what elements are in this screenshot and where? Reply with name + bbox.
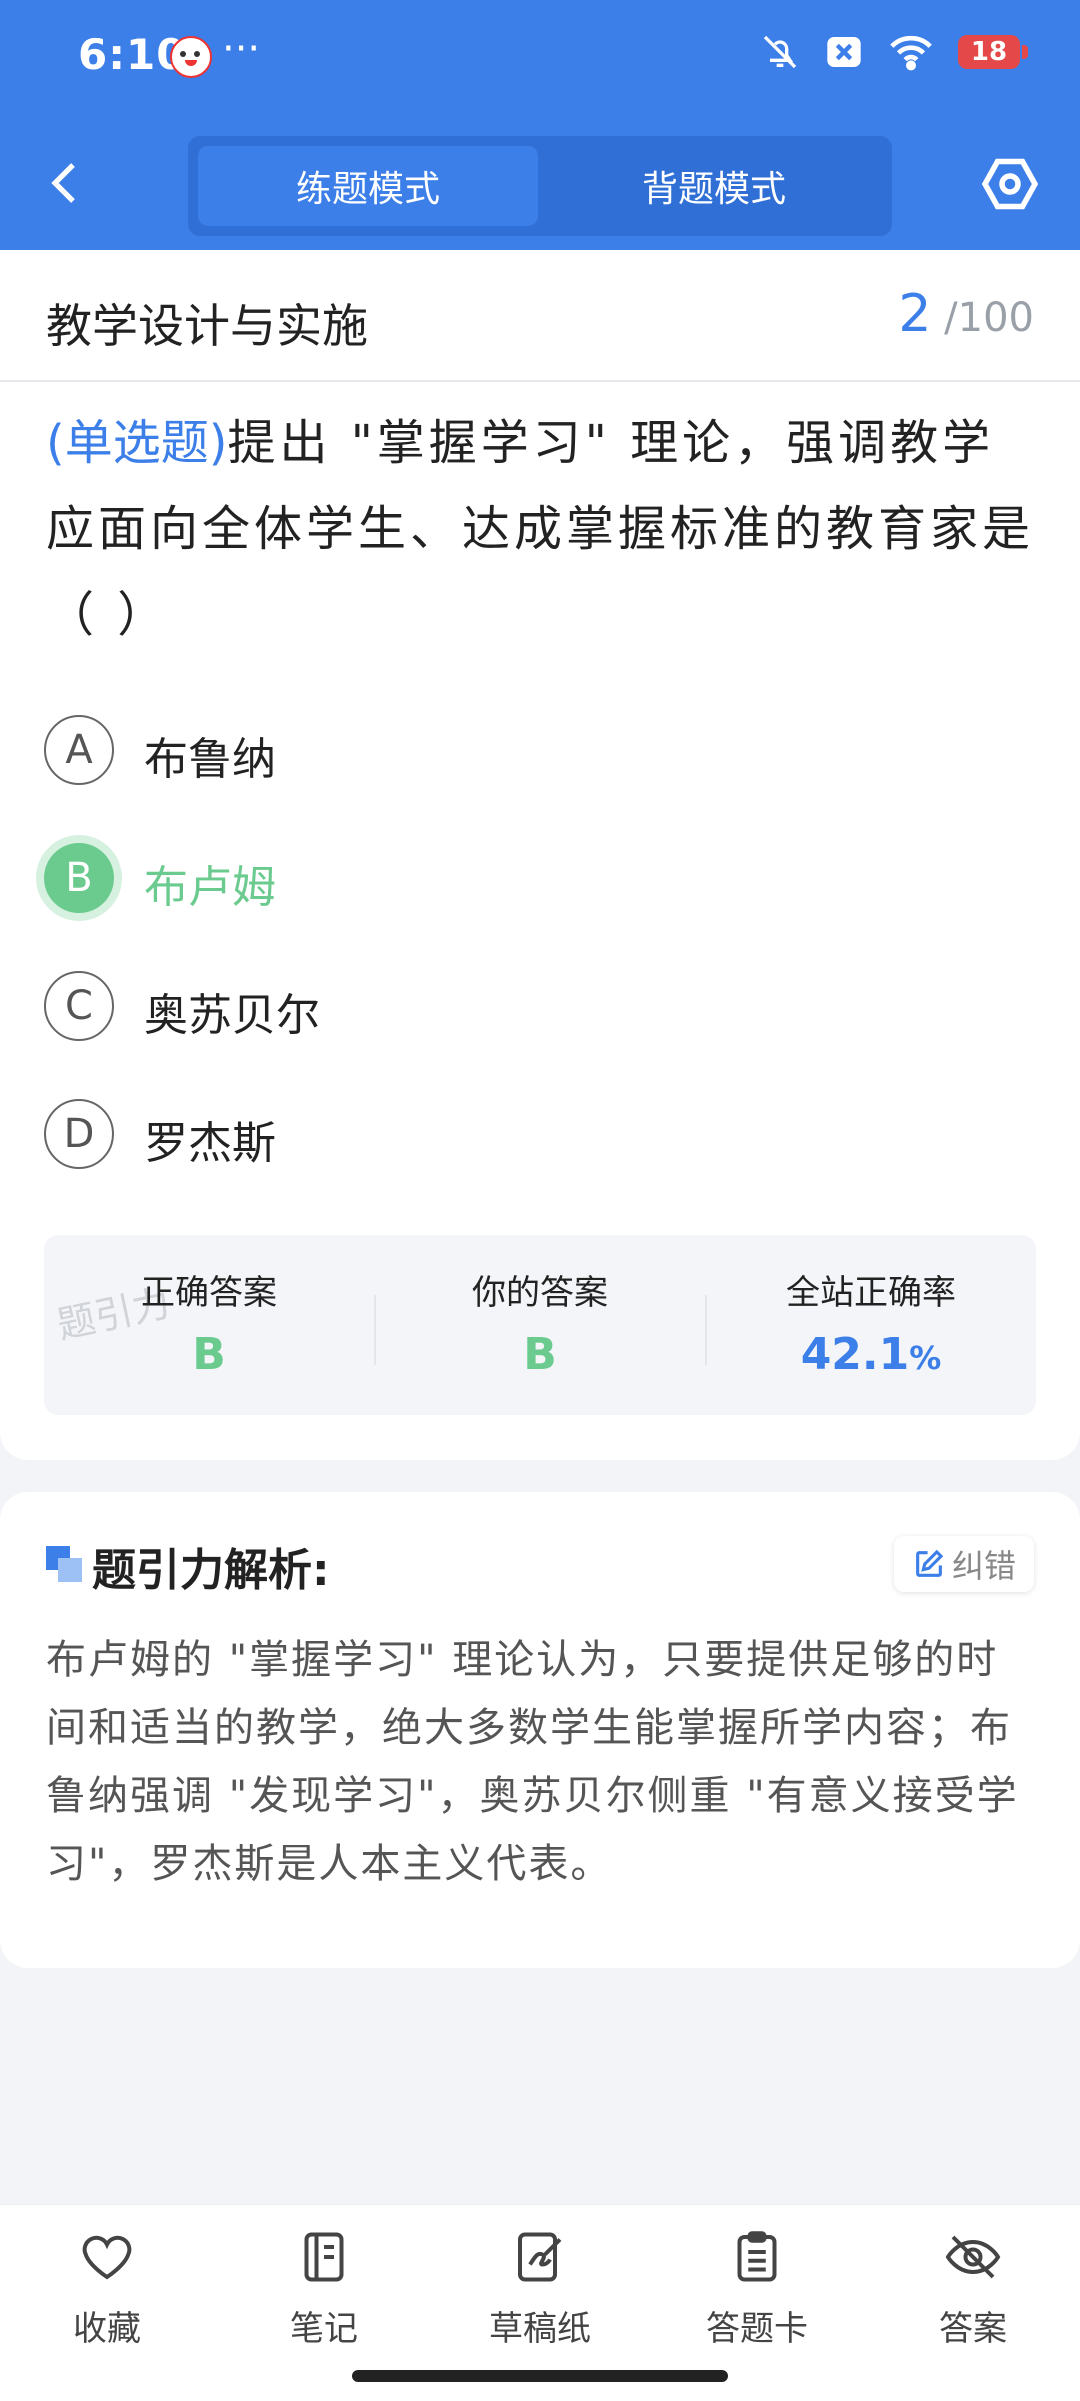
total-question-count: 100 <box>957 295 1034 341</box>
heart-icon <box>82 2235 132 2280</box>
nav-label: 收藏 <box>73 2309 141 2349</box>
nav-answer-sheet[interactable]: 答题卡 <box>682 2227 832 2357</box>
header: 练题模式 背题模式 <box>0 130 1080 240</box>
wifi-icon <box>890 35 932 71</box>
clipboard-icon <box>737 2231 777 2282</box>
explanation-title: 题引力解析: <box>92 1545 330 1596</box>
option-c[interactable]: C 奥苏贝尔 <box>44 971 944 1047</box>
correct-rate-stat: 全站正确率 42.1% <box>706 1235 1036 1415</box>
top-bar: 6:10 ··· 18 练题模式 背题模式 <box>0 0 1080 250</box>
explanation-text: 布卢姆的 "掌握学习" 理论认为，只要提供足够的时间和适当的教学，绝大多数学生能… <box>46 1637 1019 1887</box>
edit-icon <box>916 1549 944 1577</box>
settings-button[interactable] <box>980 154 1040 214</box>
stat-label: 你的答案 <box>472 1273 608 1313</box>
option-text: 布鲁纳 <box>144 734 276 785</box>
nav-label: 答题卡 <box>706 2309 808 2349</box>
more-notifications-icon: ··· <box>222 26 261 72</box>
option-letter: C <box>44 971 114 1041</box>
your-answer-value: B <box>523 1329 557 1380</box>
answer-stats: 题引力 正确答案 B 你的答案 B 全站正确率 42.1% <box>44 1235 1036 1415</box>
current-question-number: 2 <box>898 284 932 344</box>
back-button[interactable] <box>40 158 90 208</box>
notebook-icon <box>304 2232 344 2282</box>
option-letter: B <box>44 843 114 913</box>
eye-off-icon <box>945 2235 1001 2279</box>
rate-unit: % <box>909 1339 942 1377</box>
stat-label: 全站正确率 <box>786 1273 956 1313</box>
settings-hexagon-icon <box>981 158 1039 210</box>
stat-label: 正确答案 <box>141 1273 277 1313</box>
correct-rate-value: 42.1% <box>706 1329 1036 1380</box>
nav-show-answer[interactable]: 答案 <box>898 2227 1048 2357</box>
option-text: 罗杰斯 <box>144 1118 276 1169</box>
correct-answer-stat: 正确答案 B <box>44 1235 374 1415</box>
question-text: (单选题)提出 "掌握学习" 理论，强调教学应面向全体学生、达成掌握标准的教育家… <box>46 400 1036 658</box>
tab-practice-mode[interactable]: 练题模式 <box>198 146 538 226</box>
counter-separator: / <box>944 295 958 341</box>
nav-label: 草稿纸 <box>489 2309 591 2349</box>
nav-label: 笔记 <box>290 2309 358 2349</box>
home-indicator[interactable] <box>352 2370 728 2382</box>
explanation-card: 题引力解析: 纠错 布卢姆的 "掌握学习" 理论认为，只要提供足够的时间和适当的… <box>0 1492 1080 1968</box>
your-answer-stat: 你的答案 B <box>375 1235 705 1415</box>
nav-favorite[interactable]: 收藏 <box>32 2227 182 2357</box>
rate-number: 42.1 <box>800 1329 910 1380</box>
explanation-icon <box>46 1546 84 1584</box>
status-icons: 18 <box>760 32 1028 72</box>
question-counter: 2 /100 <box>898 284 1034 344</box>
option-text: 布卢姆 <box>144 862 276 913</box>
chevron-left-icon <box>51 163 75 203</box>
option-letter: D <box>44 1099 114 1169</box>
mode-switch: 练题模式 背题模式 <box>188 136 892 236</box>
option-d[interactable]: D 罗杰斯 <box>44 1099 944 1175</box>
notification-app-icon <box>170 36 212 78</box>
report-error-label: 纠错 <box>951 1547 1016 1585</box>
question-card: 教学设计与实施 2 /100 (单选题)提出 "掌握学习" 理论，强调教学应面向… <box>0 250 1080 1460</box>
option-letter: A <box>44 715 114 785</box>
battery-icon: 18 <box>958 35 1028 69</box>
nav-draft[interactable]: 草稿纸 <box>465 2227 615 2357</box>
correct-answer-value: B <box>192 1329 226 1380</box>
draft-icon <box>518 2232 562 2282</box>
subject-row: 教学设计与实施 2 /100 <box>0 250 1080 382</box>
option-text: 奥苏贝尔 <box>144 990 320 1041</box>
option-a[interactable]: A 布鲁纳 <box>44 715 944 791</box>
option-b[interactable]: B 布卢姆 <box>44 843 944 919</box>
subject-title: 教学设计与实施 <box>46 299 368 353</box>
report-error-button[interactable]: 纠错 <box>893 1536 1034 1592</box>
question-type: (单选题) <box>46 415 228 471</box>
nav-notes[interactable]: 笔记 <box>249 2227 399 2357</box>
bell-off-icon <box>763 35 797 69</box>
tab-recite-mode[interactable]: 背题模式 <box>544 146 884 226</box>
close-box-icon <box>827 37 861 67</box>
status-bar: 6:10 ··· 18 <box>0 0 1080 120</box>
nav-label: 答案 <box>939 2309 1007 2349</box>
